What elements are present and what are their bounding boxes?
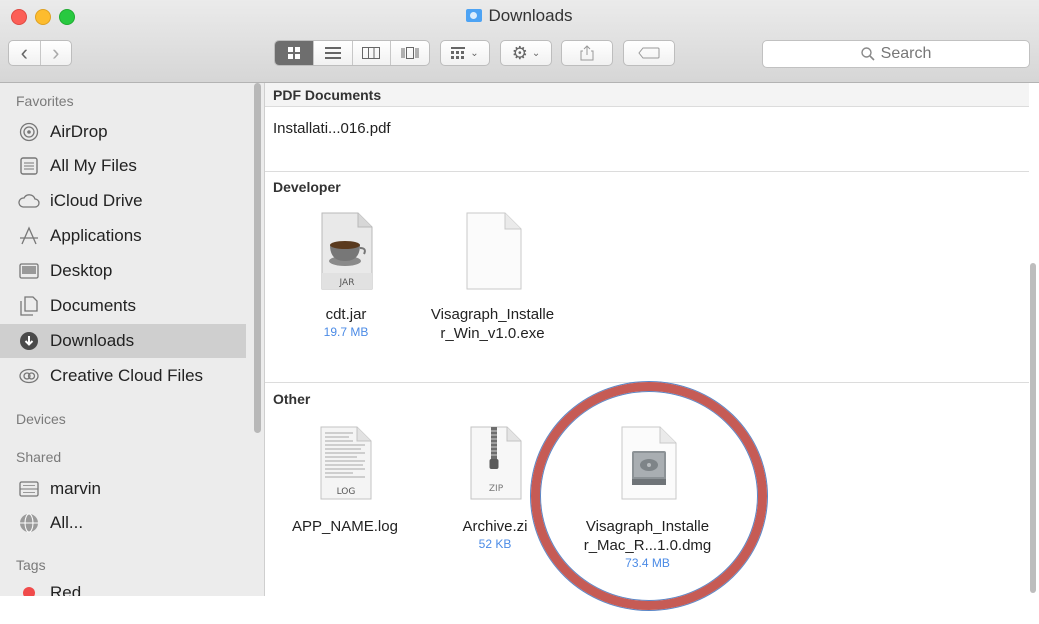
nav-buttons: ‹ ›: [8, 40, 72, 66]
tag-icon: [638, 47, 660, 59]
sidebar-item-label: marvin: [50, 479, 102, 498]
gear-icon: ⚙: [511, 42, 528, 63]
sidebar-section-tags: Tags: [16, 557, 46, 573]
tag-color-dot: [18, 582, 40, 596]
forward-button[interactable]: ›: [41, 41, 72, 65]
airdrop-icon: [18, 121, 40, 143]
sidebar-item-airdrop[interactable]: AirDrop: [0, 115, 246, 149]
all-files-icon: [18, 155, 40, 177]
sidebar-item-applications[interactable]: Applications: [0, 219, 246, 253]
search-icon: [860, 47, 875, 61]
file-item-app-name-log[interactable]: LOG APP_NAME.log: [275, 425, 415, 536]
blank-file-icon: [466, 212, 521, 290]
file-name: cdt.jar: [325, 306, 367, 323]
file-name: APP_NAME.log: [292, 518, 398, 535]
sidebar-item-label: Red: [50, 583, 82, 596]
sidebar-item-label: Documents: [50, 296, 136, 315]
file-size: 19.7 MB: [323, 325, 369, 339]
icon-view-button[interactable]: [275, 41, 314, 65]
sidebar-item-label: iCloud Drive: [50, 191, 143, 210]
sidebar-item-creative-cloud-files[interactable]: Creative Cloud Files: [0, 359, 246, 393]
sidebar-item-all-shared[interactable]: All...: [0, 506, 246, 540]
downloads-icon: [18, 330, 40, 352]
tags-button[interactable]: [623, 40, 675, 66]
file-badge: ZIP: [489, 484, 504, 494]
file-badge: JAR: [339, 278, 355, 288]
grid-icon: [287, 47, 300, 59]
desktop-icon: [18, 260, 40, 282]
network-icon: [18, 512, 40, 534]
search-placeholder: Search: [880, 45, 932, 62]
sidebar-section-shared: Shared: [16, 449, 62, 465]
group-header-pdf-documents: PDF Documents: [265, 83, 1029, 107]
sidebar: Favorites AirDrop All My Files iCloud Dr…: [0, 83, 265, 596]
sidebar-item-label: All My Files: [50, 156, 137, 175]
view-mode-control: [274, 40, 430, 66]
list-view-button[interactable]: [314, 41, 353, 65]
share-button[interactable]: [561, 40, 613, 66]
folder-icon: [466, 9, 483, 22]
window-title-text: Downloads: [488, 6, 573, 25]
coverflow-icon: [401, 47, 419, 59]
sidebar-section-devices: Devices: [16, 411, 66, 427]
file-name-line2: r_Win_v1.0.exe: [440, 325, 545, 342]
sidebar-item-tag-red[interactable]: Red: [0, 576, 246, 596]
cloud-icon: [18, 190, 40, 212]
action-button[interactable]: ⚙ ⌄: [500, 40, 552, 66]
file-item-cdt-jar[interactable]: JAR cdt.jar 19.7 MB: [286, 211, 406, 340]
file-name-line1: Visagraph_Installe: [430, 306, 555, 323]
chevron-down-icon: ⌄: [470, 47, 479, 59]
creative-cloud-icon: [18, 365, 40, 387]
sidebar-item-downloads[interactable]: Downloads: [0, 324, 246, 358]
window-title: Downloads: [0, 6, 1039, 26]
arrange-button[interactable]: ⌄: [440, 40, 490, 66]
sidebar-item-label: Creative Cloud Files: [50, 366, 204, 385]
group-divider: [265, 171, 1029, 172]
file-item-visagraph-win[interactable]: Visagraph_Installe r_Win_v1.0.exe: [415, 211, 570, 343]
sidebar-item-marvin[interactable]: marvin: [0, 472, 246, 506]
arrange-icon: [451, 47, 466, 59]
sidebar-item-documents[interactable]: Documents: [0, 289, 246, 323]
chevron-down-icon: ⌄: [531, 47, 541, 59]
file-size: 52 KB: [478, 537, 512, 551]
sidebar-item-label: AirDrop: [50, 122, 108, 141]
jar-file-icon: JAR: [321, 212, 373, 290]
file-badge: LOG: [337, 487, 356, 497]
sidebar-item-icloud-drive[interactable]: iCloud Drive: [0, 184, 246, 218]
sidebar-item-label: All...: [50, 513, 84, 532]
toolbar: Downloads ‹ › ⌄ ⚙ ⌄ Search: [0, 0, 1039, 83]
documents-icon: [18, 295, 40, 317]
file-name: Installati...016.pdf: [273, 120, 391, 137]
sidebar-item-desktop[interactable]: Desktop: [0, 254, 246, 288]
finder-window: Downloads ‹ › ⌄ ⚙ ⌄ Search Favorites Air…: [0, 0, 1039, 596]
columns-icon: [362, 47, 381, 59]
share-icon: [580, 45, 594, 61]
sidebar-item-label: Applications: [50, 226, 142, 245]
search-field[interactable]: Search: [762, 40, 1030, 68]
highlight-circle: [531, 382, 767, 610]
zip-file-icon: ZIP: [470, 426, 522, 500]
sidebar-scrollbar[interactable]: [254, 83, 261, 433]
back-button[interactable]: ‹: [9, 41, 41, 65]
list-icon: [324, 47, 341, 59]
group-header-developer: Developer: [273, 179, 341, 195]
coverflow-view-button[interactable]: [391, 41, 429, 65]
applications-icon: [18, 225, 40, 247]
sidebar-item-label: Downloads: [50, 331, 135, 350]
file-item-pdf[interactable]: Installati...016.pdf: [267, 119, 433, 138]
content-scrollbar[interactable]: [1030, 263, 1036, 593]
column-view-button[interactable]: [353, 41, 392, 65]
sidebar-item-all-my-files[interactable]: All My Files: [0, 149, 246, 183]
server-icon: [18, 478, 40, 500]
log-file-icon: LOG: [320, 426, 372, 500]
sidebar-item-label: Desktop: [50, 261, 113, 280]
sidebar-section-favorites: Favorites: [16, 93, 74, 109]
